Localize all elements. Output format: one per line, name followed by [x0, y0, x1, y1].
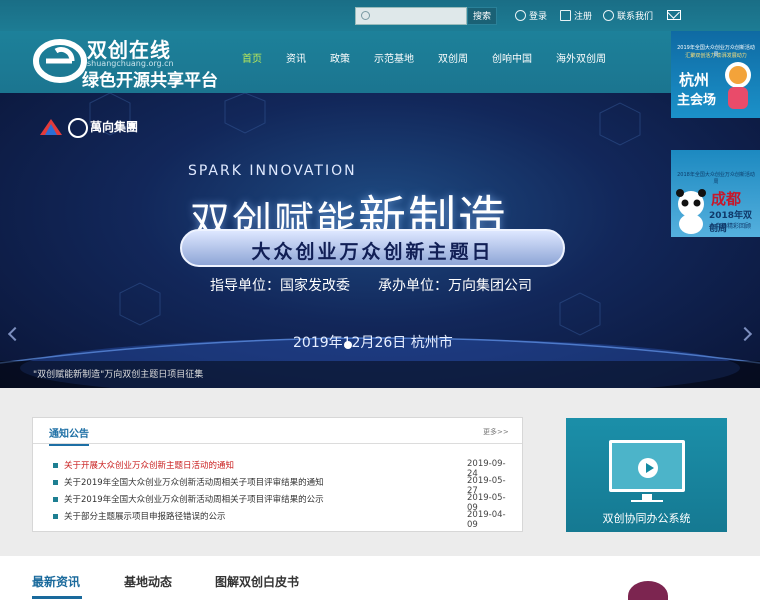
- mail-icon[interactable]: [667, 10, 681, 20]
- notice-item-text[interactable]: 关于2019年全国大众创业万众创新活动周相关子项目评审结果的通知: [64, 476, 324, 488]
- banner-brand: 萬向集團: [90, 120, 139, 134]
- mascot-icon: [725, 62, 751, 109]
- nav-overseas[interactable]: 海外双创周: [556, 50, 606, 65]
- register-link[interactable]: 注册: [560, 9, 592, 22]
- login-label: 登录: [529, 12, 548, 22]
- oa-label: 双创协同办公系统: [602, 512, 691, 525]
- notice-item-text[interactable]: 关于开展大众创业万众创新主题日活动的通知: [64, 459, 234, 471]
- ad-hangzhou-line2: 汇聚双创活力 澎湃发展动力: [685, 53, 747, 59]
- site-logo[interactable]: [32, 35, 88, 85]
- login-link[interactable]: 登录: [515, 9, 547, 22]
- bullet-icon: [53, 463, 58, 468]
- ad-chengdu-venue: 主会场精彩回顾: [709, 223, 752, 230]
- notice-more-link[interactable]: 更多>>: [483, 427, 509, 437]
- wanxiang-logo-icon: [68, 118, 88, 138]
- nav-china[interactable]: 创响中国: [492, 50, 532, 65]
- side-ad-chengdu[interactable]: 2018年全国大众创业万众创新活动周 成都 2018年双创周 主会场精彩回顾: [671, 150, 760, 237]
- banner-organizers: 指导单位：国家发改委 承办单位：万向集团公司: [210, 278, 532, 294]
- banner-theme-pill: 大众创业万众创新主题日: [180, 229, 565, 267]
- nav-news[interactable]: 资讯: [286, 50, 306, 65]
- panda-icon: [676, 189, 706, 234]
- nav-demo-base[interactable]: 示范基地: [374, 50, 414, 65]
- bullet-icon: [53, 480, 58, 485]
- banner-caption-bar: "双创赋能新制造"万向双创主题日项目征集: [0, 361, 760, 388]
- nav-home[interactable]: 首页: [242, 50, 262, 65]
- monitor-base: [631, 500, 663, 502]
- user-icon: [515, 10, 526, 21]
- notice-item[interactable]: 关于开展大众创业万众创新主题日活动的通知 2019-09-24: [53, 458, 513, 479]
- tab-latest-news[interactable]: 最新资讯: [32, 573, 80, 590]
- active-tab-indicator: [32, 596, 82, 599]
- banner-caption[interactable]: "双创赋能新制造"万向双创主题日项目征集: [33, 367, 203, 380]
- ad-hangzhou-city: 杭州: [679, 71, 710, 89]
- nav-policy[interactable]: 政策: [330, 50, 350, 65]
- tab-base-news[interactable]: 基地动态: [124, 573, 172, 590]
- tab-whitepaper[interactable]: 图解双创白皮书: [215, 573, 299, 590]
- notice-item-date: 2019-04-09: [467, 510, 506, 530]
- search-box[interactable]: [355, 7, 467, 25]
- notice-title: 通知公告: [49, 425, 89, 446]
- carousel-dot[interactable]: [344, 341, 352, 349]
- notice-item[interactable]: 关于部分主题展示项目申报路径错误的公示 2019-04-09: [53, 509, 513, 530]
- register-icon: [560, 10, 571, 21]
- notice-panel: 通知公告 更多>> 关于开展大众创业万众创新主题日活动的通知 2019-09-2…: [32, 417, 523, 532]
- contact-label: 联系我们: [617, 12, 654, 22]
- banner-spark: SPARK INNOVATION: [188, 163, 357, 179]
- oa-system-card[interactable]: 双创协同办公系统: [566, 418, 727, 532]
- search-button[interactable]: 搜索: [467, 7, 497, 25]
- banner-theme-text: 大众创业万众创新主题日: [251, 241, 494, 263]
- notice-item[interactable]: 关于2019年全国大众创业万众创新活动周相关子项目评审结果的公示 2019-05…: [53, 492, 513, 513]
- ad-chengdu-small: 2018年全国大众创业万众创新活动周: [677, 172, 755, 185]
- partner-logo-icon: [40, 119, 62, 135]
- top-bar: 搜索 登录 注册 联系我们: [0, 0, 760, 31]
- hero-banner[interactable]: 萬向集團 SPARK INNOVATION 双创赋能新制造 大众创业万众创新主题…: [0, 93, 760, 388]
- ad-hangzhou-venue: 主会场: [677, 93, 717, 108]
- notice-item[interactable]: 关于2019年全国大众创业万众创新活动周相关子项目评审结果的通知 2019-05…: [53, 475, 513, 496]
- bullet-icon: [53, 514, 58, 519]
- search-icon: [361, 11, 370, 20]
- contact-link[interactable]: 联系我们: [603, 9, 653, 22]
- notice-header: 通知公告 更多>>: [33, 418, 522, 446]
- notice-item-text[interactable]: 关于2019年全国大众创业万众创新活动周相关子项目评审结果的公示: [64, 493, 324, 505]
- bullet-icon: [53, 497, 58, 502]
- phone-icon: [603, 10, 614, 21]
- arrow-right-icon: [638, 458, 658, 478]
- notice-item-text[interactable]: 关于部分主题展示项目申报路径错误的公示: [64, 510, 226, 522]
- site-header: 双创在线 shuangchuang.org.cn 绿色开源共享平台 首页 资讯 …: [0, 31, 760, 93]
- register-label: 注册: [574, 12, 593, 22]
- ad-chengdu-city: 成都: [711, 190, 742, 208]
- main-nav: 首页 资讯 政策 示范基地 双创周 创响中国 海外双创周: [242, 50, 630, 65]
- side-ad-hangzhou[interactable]: 2019年全国大众创业万众创新活动周 汇聚双创活力 澎湃发展动力 杭州 主会场: [671, 31, 760, 118]
- banner-date: 2019年12月26日 杭州市: [293, 335, 453, 351]
- logo-subtitle: 绿色开源共享平台: [82, 71, 218, 91]
- search-input[interactable]: [374, 9, 464, 23]
- nav-week[interactable]: 双创周: [438, 50, 468, 65]
